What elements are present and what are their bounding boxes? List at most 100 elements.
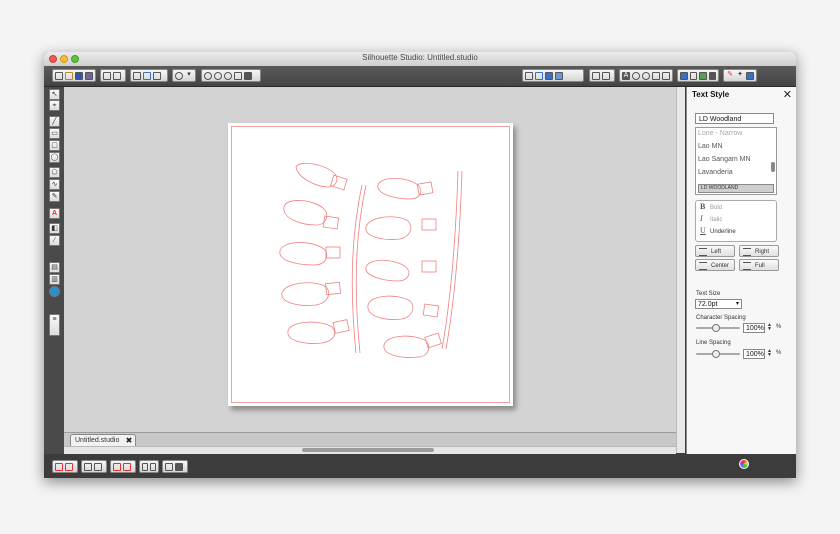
open-icon[interactable] xyxy=(65,71,73,80)
font-list[interactable]: Lone - Narrow Lao MN Lao Sangam MN Lavan… xyxy=(695,127,777,195)
registration-icon[interactable] xyxy=(545,71,553,80)
italic-option[interactable]: I Italic xyxy=(700,214,722,223)
weld-icon[interactable] xyxy=(142,462,148,471)
light-string-design[interactable] xyxy=(228,123,513,406)
save-icon[interactable] xyxy=(85,71,93,80)
font-list-item-selected[interactable]: LD WOODLAND xyxy=(698,184,774,193)
cut-settings-icon[interactable] xyxy=(555,71,563,80)
store-icon[interactable] xyxy=(746,71,754,80)
text-style-icon[interactable]: A xyxy=(622,71,630,80)
font-list-item[interactable]: Lao Sangam MN xyxy=(698,156,751,163)
point-edit-icon[interactable]: ⌖ xyxy=(49,100,60,111)
line-spacing-stepper[interactable]: ▲ ▼ xyxy=(767,349,772,358)
rounded-rect-icon[interactable]: ▢ xyxy=(49,140,60,151)
bottom-group-select xyxy=(52,460,78,473)
freehand-icon[interactable]: ✎ xyxy=(49,191,60,202)
char-spacing-slider[interactable] xyxy=(696,324,740,332)
bring-front-icon[interactable] xyxy=(165,462,173,471)
design-workspace[interactable] xyxy=(64,87,676,453)
pan-hand-icon[interactable] xyxy=(234,71,242,80)
ungroup-icon[interactable] xyxy=(94,462,102,471)
redo-icon[interactable]: ▾ xyxy=(185,71,193,80)
zoom-select-icon[interactable] xyxy=(224,71,232,80)
replicate-icon[interactable] xyxy=(602,71,610,80)
align-right-label: Right xyxy=(755,249,770,255)
color-wheel-icon[interactable] xyxy=(739,459,749,469)
horizontal-scroll-thumb[interactable] xyxy=(302,448,434,452)
line-style-icon[interactable] xyxy=(699,71,707,80)
ellipse-icon[interactable]: ◯ xyxy=(49,152,60,163)
print-icon[interactable] xyxy=(103,71,111,80)
font-search-input[interactable]: LD Woodland xyxy=(695,113,774,124)
rotate-icon[interactable] xyxy=(642,71,650,80)
eraser-icon[interactable]: ◧ xyxy=(49,223,60,234)
undo-icon[interactable] xyxy=(175,71,183,80)
bulb-shape xyxy=(383,332,443,358)
line-spacing-slider-knob[interactable] xyxy=(712,350,720,358)
new-file-icon[interactable] xyxy=(55,71,63,80)
release-compound-icon[interactable] xyxy=(123,462,131,471)
align-left-button[interactable]: Left xyxy=(695,245,735,257)
line-panel-icon[interactable]: ▥ xyxy=(49,274,60,285)
char-spacing-slider-knob[interactable] xyxy=(712,324,720,332)
app-window: Silhouette Studio: Untitled.studio ▾ A ✎… xyxy=(44,52,796,478)
align-full-icon xyxy=(743,262,751,270)
modify-icon[interactable] xyxy=(150,462,156,471)
bold-option[interactable]: B Bold xyxy=(700,202,722,211)
deselect-icon[interactable] xyxy=(65,462,73,471)
fill-color-icon[interactable] xyxy=(680,71,688,80)
cut-send-icon[interactable] xyxy=(113,71,121,80)
page-setup-icon[interactable] xyxy=(535,71,543,80)
curve-icon[interactable]: ∿ xyxy=(49,179,60,190)
bulb-shape xyxy=(283,200,340,230)
align-icon[interactable] xyxy=(592,71,600,80)
library-icon[interactable] xyxy=(75,71,83,80)
underline-option[interactable]: U Underline xyxy=(700,226,736,235)
align-right-button[interactable]: Right xyxy=(739,245,779,257)
text-icon[interactable]: A xyxy=(49,208,60,219)
char-spacing-input[interactable]: 100% xyxy=(743,323,765,333)
vertical-scrollbar[interactable] xyxy=(676,87,685,453)
text-size-select[interactable]: 72.0pt ▾ xyxy=(695,299,742,309)
main-toolbar: ▾ A ✎ ✦ xyxy=(44,66,796,87)
line-icon[interactable]: ╱ xyxy=(49,116,60,127)
design-page[interactable] xyxy=(228,123,513,406)
font-list-item[interactable]: Lao MN xyxy=(698,143,723,150)
grid-icon[interactable] xyxy=(525,71,533,80)
knife-tool-icon[interactable]: ✦ xyxy=(736,71,744,80)
polygon-icon[interactable]: ⬠ xyxy=(49,167,60,178)
panel-close-icon[interactable]: ✕ xyxy=(783,88,792,101)
align-full-button[interactable]: Full xyxy=(739,259,779,271)
line-color-icon[interactable] xyxy=(689,71,697,80)
font-list-item[interactable]: Lavanderia xyxy=(698,169,733,176)
select-icon[interactable]: ↖ xyxy=(49,89,60,100)
color-panel-icon[interactable] xyxy=(49,286,60,297)
paste-icon[interactable] xyxy=(143,71,151,80)
group-icon[interactable] xyxy=(84,462,92,471)
char-spacing-stepper[interactable]: ▲ ▼ xyxy=(767,323,772,332)
font-list-item[interactable]: Lone - Narrow xyxy=(698,130,742,137)
align-center-button[interactable]: Center xyxy=(695,259,735,271)
send-back-icon[interactable] xyxy=(175,462,183,471)
offset-icon[interactable] xyxy=(662,71,670,80)
copy-icon[interactable] xyxy=(133,71,141,80)
trace-icon[interactable]: ✎ xyxy=(726,71,734,80)
shadow-icon[interactable] xyxy=(708,71,716,80)
line-spacing-input[interactable]: 100% xyxy=(743,349,765,359)
zoom-out-icon[interactable] xyxy=(214,71,222,80)
font-list-scrollbar[interactable] xyxy=(771,162,775,172)
transform-icon[interactable] xyxy=(632,71,640,80)
make-compound-icon[interactable] xyxy=(113,462,121,471)
select-all-icon[interactable] xyxy=(55,462,63,471)
fill-panel-icon[interactable]: ▤ xyxy=(49,262,60,273)
scale-icon[interactable] xyxy=(652,71,660,80)
knife-icon[interactable]: ∕ xyxy=(49,235,60,246)
zoom-in-icon[interactable] xyxy=(204,71,212,80)
line-spacing-slider[interactable] xyxy=(696,350,740,358)
bulb-shape xyxy=(287,319,350,344)
bulb-shape xyxy=(365,216,437,240)
duplicate-icon[interactable] xyxy=(153,71,161,80)
fit-page-icon[interactable] xyxy=(244,71,252,80)
layers-panel-icon[interactable]: ≡ xyxy=(49,314,60,336)
rectangle-icon[interactable]: ▭ xyxy=(49,128,60,139)
